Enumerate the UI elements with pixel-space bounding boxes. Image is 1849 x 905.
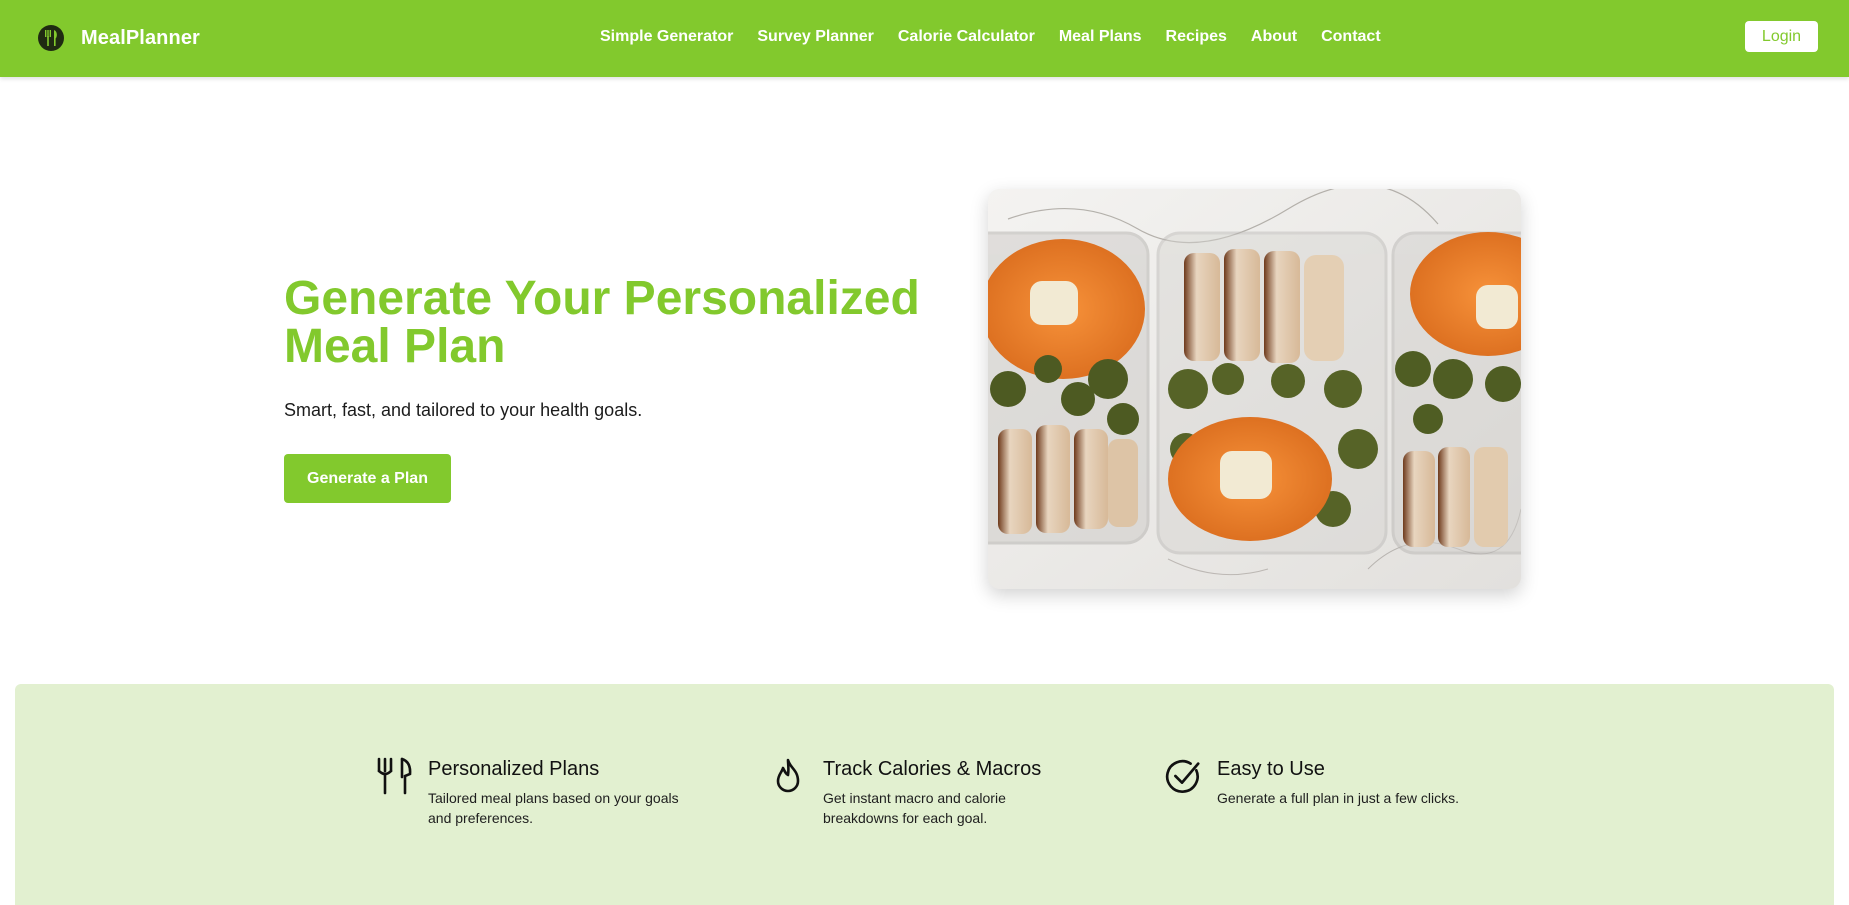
feature-body: Track Calories & Macros Get instant macr… [823, 756, 1083, 828]
nav-link-recipes[interactable]: Recipes [1166, 26, 1227, 48]
brand-link[interactable]: MealPlanner [37, 22, 200, 54]
nav-link-contact[interactable]: Contact [1321, 26, 1381, 48]
brand-name: MealPlanner [81, 26, 200, 49]
feature-description: Tailored meal plans based on your goals … [428, 790, 679, 826]
feature-title: Personalized Plans [428, 758, 600, 780]
nav-link-about[interactable]: About [1251, 26, 1297, 48]
feature-description: Generate a full plan in just a few click… [1217, 790, 1460, 806]
flame-icon [776, 758, 800, 793]
meal-prep-illustration [988, 189, 1521, 589]
hero-subtitle: Smart, fast, and tailored to your health… [284, 400, 643, 420]
feature-title: Easy to Use [1217, 758, 1325, 780]
features-section: Personalized Plans Tailored meal plans b… [15, 684, 1834, 905]
nav-link-simple-generator[interactable]: Simple Generator [600, 26, 733, 48]
nav-link-calorie-calculator[interactable]: Calorie Calculator [898, 26, 1035, 48]
feature-body: Easy to Use Generate a full plan in just… [1217, 756, 1477, 808]
nav-link-survey-planner[interactable]: Survey Planner [757, 26, 874, 48]
login-button[interactable]: Login [1745, 21, 1818, 52]
utensils-circle-icon [38, 25, 64, 51]
hero-title: Generate Your Personalized Meal Plan [284, 272, 920, 373]
feature-body: Personalized Plans Tailored meal plans b… [428, 756, 688, 828]
feature-description: Get instant macro and calorie breakdowns… [823, 790, 1006, 826]
nav-link-meal-plans[interactable]: Meal Plans [1059, 26, 1142, 48]
hero-meal-prep-image [988, 189, 1521, 589]
top-navbar: MealPlanner Simple Generator Survey Plan… [0, 0, 1849, 77]
generate-plan-button[interactable]: Generate a Plan [284, 454, 451, 503]
nav-links: Simple Generator Survey Planner Calorie … [600, 26, 1381, 48]
utensils-icon [377, 757, 412, 795]
check-circle-icon [1165, 759, 1200, 793]
feature-title: Track Calories & Macros [823, 758, 1042, 780]
